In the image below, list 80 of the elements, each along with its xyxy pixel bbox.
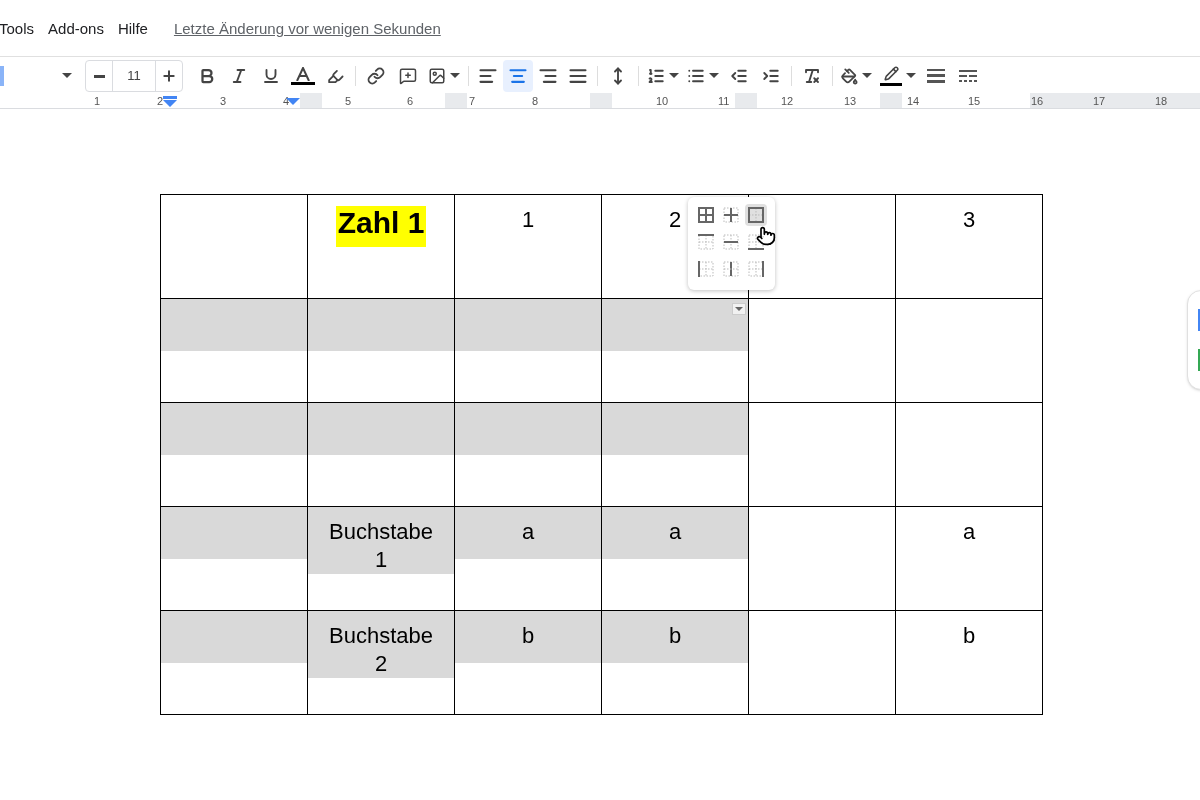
border-option-icon bbox=[723, 207, 739, 223]
clear-formatting-icon bbox=[803, 67, 821, 85]
ruler-number: 18 bbox=[1155, 94, 1168, 109]
border-option-icon bbox=[748, 207, 764, 223]
bulleted-list-icon bbox=[687, 67, 705, 85]
color-bar bbox=[291, 82, 315, 85]
numbered-list-icon bbox=[647, 67, 665, 85]
ruler-column-marker[interactable] bbox=[300, 93, 322, 108]
align-icon bbox=[508, 66, 528, 86]
ruler-number: 8 bbox=[532, 94, 539, 109]
ruler-number: 12 bbox=[781, 94, 794, 109]
ruler-number: 7 bbox=[469, 94, 476, 109]
last-edit-link[interactable]: Letzte Änderung vor wenigen Sekunden bbox=[173, 17, 441, 40]
caret-icon bbox=[669, 73, 679, 79]
ruler-number: 2 bbox=[157, 94, 164, 109]
ruler-column-marker[interactable] bbox=[590, 93, 612, 108]
border-option-icon bbox=[698, 261, 714, 277]
cell-text: Buchstabe 1 bbox=[328, 518, 434, 574]
decrease-indent-icon bbox=[730, 67, 748, 85]
cell-text: 2 bbox=[668, 206, 682, 234]
ruler-column-marker[interactable] bbox=[735, 93, 757, 108]
border-option-icon bbox=[698, 207, 714, 223]
align-icon bbox=[538, 66, 558, 86]
cell-text: b bbox=[962, 622, 976, 650]
cell-text: a bbox=[668, 518, 682, 546]
ruler-number: 6 bbox=[407, 94, 414, 109]
indent-marker-icon[interactable] bbox=[163, 96, 177, 108]
paint-bucket-icon bbox=[841, 67, 858, 85]
caret-icon bbox=[450, 73, 460, 79]
ruler-number: 11 bbox=[718, 94, 730, 109]
border-option-icon bbox=[748, 234, 764, 250]
cell-text: Zahl 1 bbox=[335, 206, 427, 247]
font-field-edge bbox=[0, 66, 4, 86]
border-option-icon bbox=[723, 261, 739, 277]
border-option-icon bbox=[698, 234, 714, 250]
caret-icon bbox=[62, 73, 72, 79]
cell-text: a bbox=[962, 518, 976, 546]
ruler-number: 15 bbox=[968, 94, 981, 109]
align-button[interactable] bbox=[503, 60, 533, 92]
align-icon bbox=[568, 66, 588, 86]
cell-text: 1 bbox=[521, 206, 535, 234]
color-bar bbox=[880, 83, 902, 86]
border-dash-icon bbox=[959, 70, 977, 82]
ruler-number: 10 bbox=[656, 94, 669, 109]
link-icon bbox=[367, 67, 385, 85]
pencil-icon bbox=[883, 66, 899, 81]
highlighter-icon bbox=[326, 67, 344, 85]
italic-icon bbox=[230, 67, 248, 85]
bold-icon bbox=[198, 67, 216, 85]
ruler-number: 5 bbox=[345, 94, 352, 109]
ruler-number: 13 bbox=[844, 94, 857, 109]
minus-icon bbox=[93, 74, 105, 78]
underline-icon bbox=[262, 67, 280, 85]
menu-item[interactable]: Add-ons bbox=[48, 17, 104, 40]
border-width-icon bbox=[927, 69, 945, 83]
border-option-icon bbox=[723, 234, 739, 250]
ruler-number: 16 bbox=[1031, 94, 1044, 109]
align-icon bbox=[478, 66, 498, 86]
text-color-icon bbox=[295, 67, 311, 81]
menu-item[interactable]: Tools bbox=[0, 17, 35, 40]
ruler-column-marker[interactable] bbox=[880, 93, 902, 108]
caret-icon bbox=[862, 73, 872, 79]
cell-text: b bbox=[521, 622, 535, 650]
ruler-number: 1 bbox=[94, 94, 101, 109]
ruler-number: 3 bbox=[220, 94, 227, 109]
cell-text: a bbox=[521, 518, 535, 546]
image-icon bbox=[428, 67, 446, 85]
increase-indent-icon bbox=[762, 67, 780, 85]
plus-icon bbox=[161, 68, 177, 84]
caret-icon bbox=[906, 73, 916, 79]
cell-text: 3 bbox=[962, 206, 976, 234]
ruler-number: 17 bbox=[1093, 94, 1106, 109]
border-option-icon bbox=[748, 261, 764, 277]
ruler-number: 14 bbox=[907, 94, 920, 109]
ruler-column-marker[interactable] bbox=[445, 93, 467, 108]
menu-item[interactable]: Hilfe bbox=[117, 17, 148, 40]
comment-icon bbox=[399, 67, 417, 85]
caret-icon bbox=[709, 73, 719, 79]
cell-text: Buchstabe 2 bbox=[328, 622, 434, 678]
cell-text: b bbox=[668, 622, 682, 650]
